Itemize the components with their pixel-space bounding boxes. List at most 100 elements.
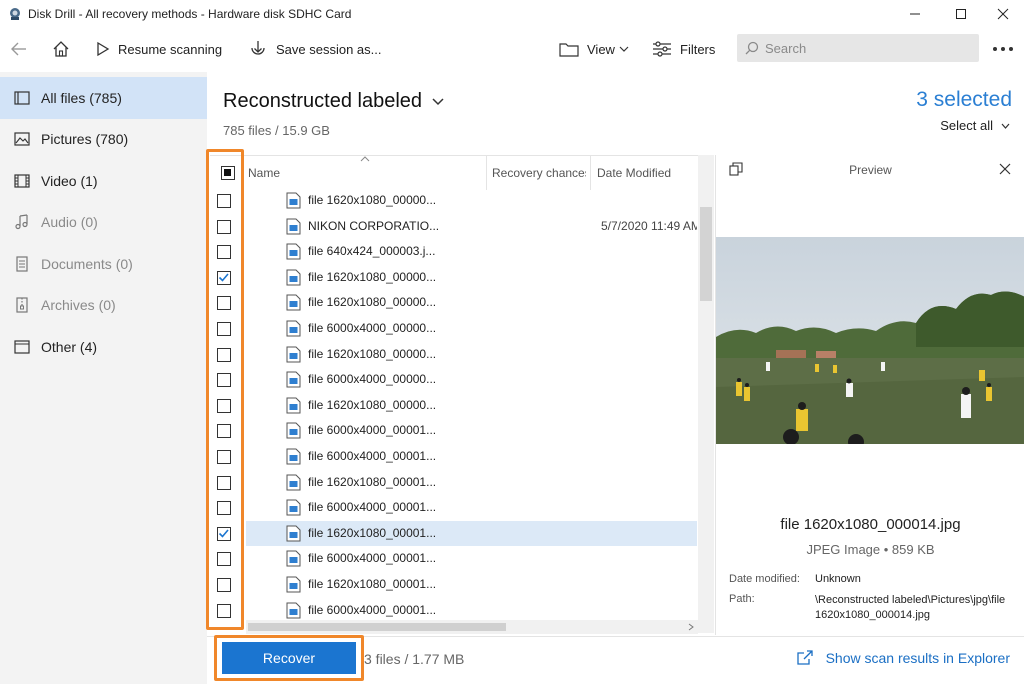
table-row[interactable]: file 1620x1080_00001... (210, 572, 697, 598)
file-date: 5/7/2020 11:49 AM (601, 218, 697, 233)
file-list: Name Recovery chances Date Modified file… (210, 155, 714, 635)
file-name: file 1620x1080_00001... (308, 577, 437, 591)
image-file-icon (286, 371, 301, 388)
folder-icon (559, 43, 579, 57)
column-header-date-modified[interactable]: Date Modified (597, 156, 671, 190)
minimize-button[interactable] (892, 0, 938, 28)
date-modified-label: Date modified: (729, 573, 800, 585)
file-name: file 1620x1080_00001... (308, 525, 437, 540)
horizontal-scrollbar[interactable] (246, 620, 698, 634)
preview-panel: Preview file 1620x1080_000014.jpg JPEG I… (715, 155, 1024, 635)
selected-count: 3 selected (916, 88, 1012, 111)
file-name: file 6000x4000_00001... (308, 602, 437, 617)
vertical-scrollbar[interactable] (698, 155, 714, 633)
close-icon (997, 8, 1009, 20)
filters-label: Filters (680, 41, 716, 57)
column-divider[interactable] (590, 156, 591, 190)
filters-button[interactable]: Filters (652, 30, 715, 68)
sidebar-item-all-files[interactable]: All files (785) (0, 77, 207, 119)
scrollbar-thumb[interactable] (248, 623, 506, 631)
maximize-button[interactable] (938, 0, 984, 28)
table-row[interactable]: file 1620x1080_00000... (210, 188, 697, 214)
search-placeholder: Search (765, 40, 807, 56)
file-name: file 1620x1080_00000... (308, 346, 437, 361)
view-dropdown[interactable]: View (559, 30, 629, 68)
table-row[interactable]: file 1620x1080_00000... (210, 342, 697, 368)
file-name: file 6000x4000_00000... (308, 321, 437, 335)
sidebar-item-label: Pictures (780) (41, 131, 129, 147)
picture-icon (13, 132, 30, 146)
table-row[interactable]: NIKON CORPORATIO... 5/7/2020 11:49 AM (210, 214, 697, 240)
sidebar-item-label: Other (4) (41, 339, 98, 355)
table-row[interactable]: file 1620x1080_00000... (210, 265, 697, 291)
select-all-label: Select all (940, 118, 993, 133)
image-file-icon (286, 499, 301, 516)
image-file-icon (286, 320, 301, 337)
file-summary: 785 files / 15.9 GB (223, 123, 330, 138)
select-all-dropdown[interactable]: Select all (940, 118, 1010, 133)
sidebar-item-documents[interactable]: Documents (0) (0, 243, 207, 285)
image-file-icon (286, 192, 301, 209)
checkbox-column-highlight (206, 149, 244, 630)
image-file-icon (286, 602, 301, 619)
resume-scanning-button[interactable]: Resume scanning (96, 30, 222, 68)
film-icon (13, 174, 30, 188)
image-file-icon (286, 346, 301, 363)
back-button[interactable] (10, 30, 36, 68)
file-name: file 1620x1080_00001... (308, 474, 437, 489)
close-window-button[interactable] (980, 0, 1024, 28)
scrollbar-thumb[interactable] (700, 207, 712, 301)
download-icon (251, 41, 265, 55)
home-button[interactable] (52, 30, 78, 68)
table-row[interactable]: file 6000x4000_00001... (210, 444, 697, 470)
image-file-icon (286, 422, 301, 439)
file-name: file 1620x1080_00000... (308, 269, 437, 284)
table-row[interactable]: file 6000x4000_00000... (210, 367, 697, 393)
chevron-right-icon[interactable] (688, 623, 694, 631)
close-icon[interactable] (999, 163, 1011, 175)
title-bar: Disk Drill - All recovery methods - Hard… (0, 0, 1024, 28)
file-name: file 6000x4000_00001... (308, 423, 437, 438)
search-icon (745, 41, 759, 55)
home-icon (53, 41, 69, 57)
sidebar-item-label: Audio (0) (41, 214, 98, 230)
date-modified-value: Unknown (815, 573, 861, 585)
file-name: file 640x424_000003.j... (308, 244, 436, 259)
view-label: View (587, 41, 615, 57)
image-file-icon (286, 269, 301, 286)
sidebar-item-video[interactable]: Video (1) (0, 160, 207, 202)
maximize-icon (956, 9, 966, 19)
path-label: Path: (729, 593, 755, 605)
table-row[interactable]: file 1620x1080_00000... (210, 393, 697, 419)
chevron-down-icon (1001, 123, 1010, 129)
sidebar-item-audio[interactable]: Audio (0) (0, 201, 207, 243)
file-name: NIKON CORPORATIO... (308, 218, 440, 233)
file-name: file 1620x1080_00000... (308, 295, 437, 310)
view-title-dropdown[interactable]: Reconstructed labeled (223, 90, 444, 113)
sidebar-item-archives[interactable]: Archives (0) (0, 284, 207, 326)
show-in-explorer-link[interactable]: Show scan results in Explorer (796, 650, 1010, 666)
sidebar-item-pictures[interactable]: Pictures (780) (0, 118, 207, 160)
path-value: \Reconstructed labeled\Pictures\jpg\file… (815, 594, 1006, 621)
save-session-button[interactable]: Save session as... (248, 30, 382, 68)
table-row[interactable]: file 640x424_000003.j... (210, 239, 697, 265)
table-row[interactable]: file 1620x1080_00001... (210, 470, 697, 496)
table-row[interactable]: file 6000x4000_00000... (210, 316, 697, 342)
table-row[interactable]: file 6000x4000_00001... (210, 418, 697, 444)
save-session-label: Save session as... (276, 41, 382, 57)
column-divider[interactable] (486, 156, 487, 190)
image-file-icon (286, 448, 301, 465)
table-row[interactable]: file 6000x4000_00001... (210, 546, 697, 572)
search-input[interactable]: Search (737, 34, 979, 62)
table-row[interactable]: file 1620x1080_00000... (210, 290, 697, 316)
more-options-button[interactable] (992, 30, 1022, 68)
play-icon (97, 41, 110, 57)
sidebar-item-other[interactable]: Other (4) (0, 326, 207, 368)
recover-summary: 3 files / 1.77 MB (364, 651, 465, 667)
sidebar: All files (785) Pictures (780) Video (1)… (0, 72, 207, 684)
table-row[interactable]: file 1620x1080_00001... (210, 520, 697, 547)
sidebar-item-label: Archives (0) (41, 297, 116, 313)
column-header-name[interactable]: Name (248, 156, 280, 190)
table-row[interactable]: file 6000x4000_00001... (210, 495, 697, 521)
column-header-recovery-chances[interactable]: Recovery chances (492, 156, 586, 190)
